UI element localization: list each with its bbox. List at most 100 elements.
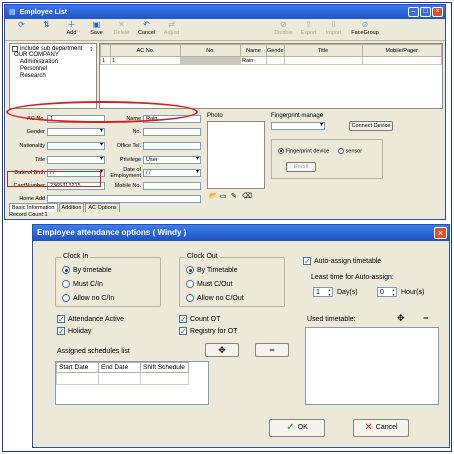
option-label: Must C/In [73, 280, 103, 288]
close-icon[interactable]: × [434, 227, 447, 239]
tab-basic-information[interactable]: Basic Information [9, 203, 58, 212]
col-header[interactable]: Name [240, 44, 267, 57]
col-header[interactable]: Start Date [56, 362, 99, 373]
add-schedule-button[interactable]: ✥ [205, 343, 239, 357]
gender-label: Gender [26, 129, 45, 135]
edit-icon[interactable]: ✎ [231, 192, 237, 200]
gender-select[interactable] [47, 128, 105, 136]
check-icon: ✓ [179, 315, 187, 324]
title-select[interactable] [47, 156, 105, 164]
table-cell [266, 56, 285, 65]
add-timetable-icon[interactable]: ✥ [397, 313, 405, 324]
photo-box [207, 121, 265, 189]
close-icon[interactable]: × [432, 7, 443, 17]
count-ot-checkbox[interactable]: ✓ Count OT [179, 315, 220, 324]
col-header[interactable]: Title [283, 44, 363, 57]
enroll-button[interactable]: Enroll [286, 162, 316, 172]
clock-in-allow-no-radio[interactable]: Allow no C/In [62, 294, 114, 302]
toolbar-button-tool-1[interactable]: ⇅ [34, 20, 59, 30]
fingerprint-manage-label: Fingerprint manage [271, 113, 324, 119]
clock-in-by-timetable-radio[interactable]: By timetable [62, 266, 112, 274]
remove-schedule-button[interactable]: − [255, 343, 289, 357]
toolbar-button-delete[interactable]: ✕ Delete [109, 20, 134, 36]
office-tel-input[interactable] [143, 142, 201, 150]
auto-assign-checkbox[interactable]: ✓ Auto-assign timetable [303, 257, 381, 266]
maximize-icon[interactable]: □ [420, 7, 431, 17]
sort-icon: ⇅ [43, 20, 50, 29]
toolbar-button-tool-7[interactable] [190, 20, 215, 30]
toolbar-button-cancel[interactable]: ↶ Cancel [134, 20, 159, 36]
minimize-icon[interactable]: – [408, 7, 419, 17]
record-count: Record Count:1 [9, 212, 48, 218]
used-timetable-label: Used timetable: [307, 316, 356, 323]
clock-out-allow-no-radio[interactable]: Allow no C/Out [186, 294, 244, 302]
table-row[interactable] [56, 372, 189, 385]
toolbar-button-adjust[interactable]: ⇄ Adjust [159, 20, 184, 36]
clock-out-title: Clock Out [185, 253, 220, 260]
table-row[interactable]: 1 1 Rain [100, 56, 443, 65]
used-timetable-list[interactable] [305, 327, 439, 405]
registry-ot-checkbox[interactable]: ✓ Registry for OT [179, 327, 237, 336]
fp-sensor-radio[interactable]: sensor [338, 148, 362, 154]
cancel-button[interactable]: ✕ Cancel [353, 419, 409, 437]
clock-in-title: Clock In [61, 253, 91, 260]
attendance-active-checkbox[interactable]: ✓ Attendance Active [57, 315, 124, 324]
mobile-input[interactable] [143, 182, 201, 190]
doe-input[interactable]: / / [143, 169, 201, 177]
holiday-checkbox[interactable]: ✓ Holiday [57, 327, 91, 336]
hours-spinner[interactable]: 0 [377, 287, 397, 297]
toolbar-label: Save [90, 30, 103, 36]
table-cell [140, 372, 189, 385]
table-cell: 1 [110, 56, 181, 65]
no-input[interactable] [143, 128, 201, 136]
fp-sensor-label: sensor [345, 148, 363, 155]
tab-ac-options[interactable]: AC Options [85, 203, 120, 212]
col-header[interactable]: Gende [266, 44, 285, 57]
toolbar: ⟳ ⇅ ＋ Add ▣ Save ✕ Delete ↶ Cancel ⇄ Adjust ⊘ Disable… [5, 19, 445, 41]
camera-icon[interactable]: ▭ [220, 192, 227, 200]
col-header[interactable]: AC No. [110, 44, 181, 57]
clear-icon[interactable]: ⌫ [242, 192, 252, 200]
toolbar-button-tool-8[interactable] [215, 20, 240, 30]
sort-tree-icon[interactable]: ↕ [90, 46, 94, 53]
toolbar-button-add[interactable]: ＋ Add [59, 20, 84, 36]
refresh-icon: ⟳ [18, 20, 25, 29]
ok-button[interactable]: ✓ OK [269, 419, 325, 437]
clock-in-must-radio[interactable]: Must C/In [62, 280, 103, 288]
toolbar-button-disable[interactable]: ⊘ Disable [271, 20, 296, 36]
toolbar-button-tool-0[interactable]: ⟳ [9, 20, 34, 30]
tree-root[interactable]: OUR COMPANY [12, 52, 94, 59]
table-cell: Rain [240, 56, 267, 65]
col-header[interactable]: Mobile/Pager [361, 44, 443, 57]
toolbar-button-tool-9[interactable] [240, 20, 265, 30]
clock-out-must-radio[interactable]: Must C/Out [186, 280, 232, 288]
col-header[interactable]: Shift Schedule [140, 362, 189, 373]
tree-item-personnel[interactable]: Personnel [12, 66, 94, 73]
clock-out-by-timetable-radio[interactable]: By Timetable [186, 266, 237, 274]
col-header[interactable] [100, 44, 111, 57]
fp-device-radio[interactable]: Fingerprint device [278, 148, 329, 154]
fingerprint-select[interactable] [271, 122, 325, 130]
col-header[interactable]: No. [180, 44, 241, 57]
open-folder-icon[interactable]: 📂 [209, 192, 218, 200]
toolbar-button-import[interactable]: ⇩ Import [321, 20, 346, 36]
attendance-options-dialog: Employee attendance options ( Windy ) × … [32, 224, 450, 448]
remove-timetable-icon[interactable]: − [423, 313, 428, 323]
toolbar-label: Delete [113, 30, 130, 36]
tab-addition[interactable]: Addition [58, 203, 85, 212]
window-controls: – □ × [408, 7, 443, 17]
home-add-input[interactable] [47, 195, 201, 203]
option-label: Must C/Out [197, 280, 233, 288]
toolbar-button-export[interactable]: ⇪ Export [296, 20, 321, 36]
schedules-table[interactable]: Start Date End Date Shift Schedule [55, 361, 209, 405]
tree-item-administration[interactable]: Administration [12, 59, 94, 66]
toolbar-label: FaceGroup [351, 30, 379, 36]
connect-device-button[interactable]: Connect Device [349, 121, 393, 131]
toolbar-button-facegroup[interactable]: ☺ FaceGroup [346, 20, 384, 36]
col-header[interactable]: End Date [98, 362, 141, 373]
nationality-select[interactable] [47, 142, 105, 150]
tree-item-research[interactable]: Research [12, 73, 94, 80]
days-spinner[interactable]: 1 [313, 287, 333, 297]
toolbar-button-save[interactable]: ▣ Save [84, 20, 109, 36]
privilege-select[interactable]: User [143, 156, 201, 164]
